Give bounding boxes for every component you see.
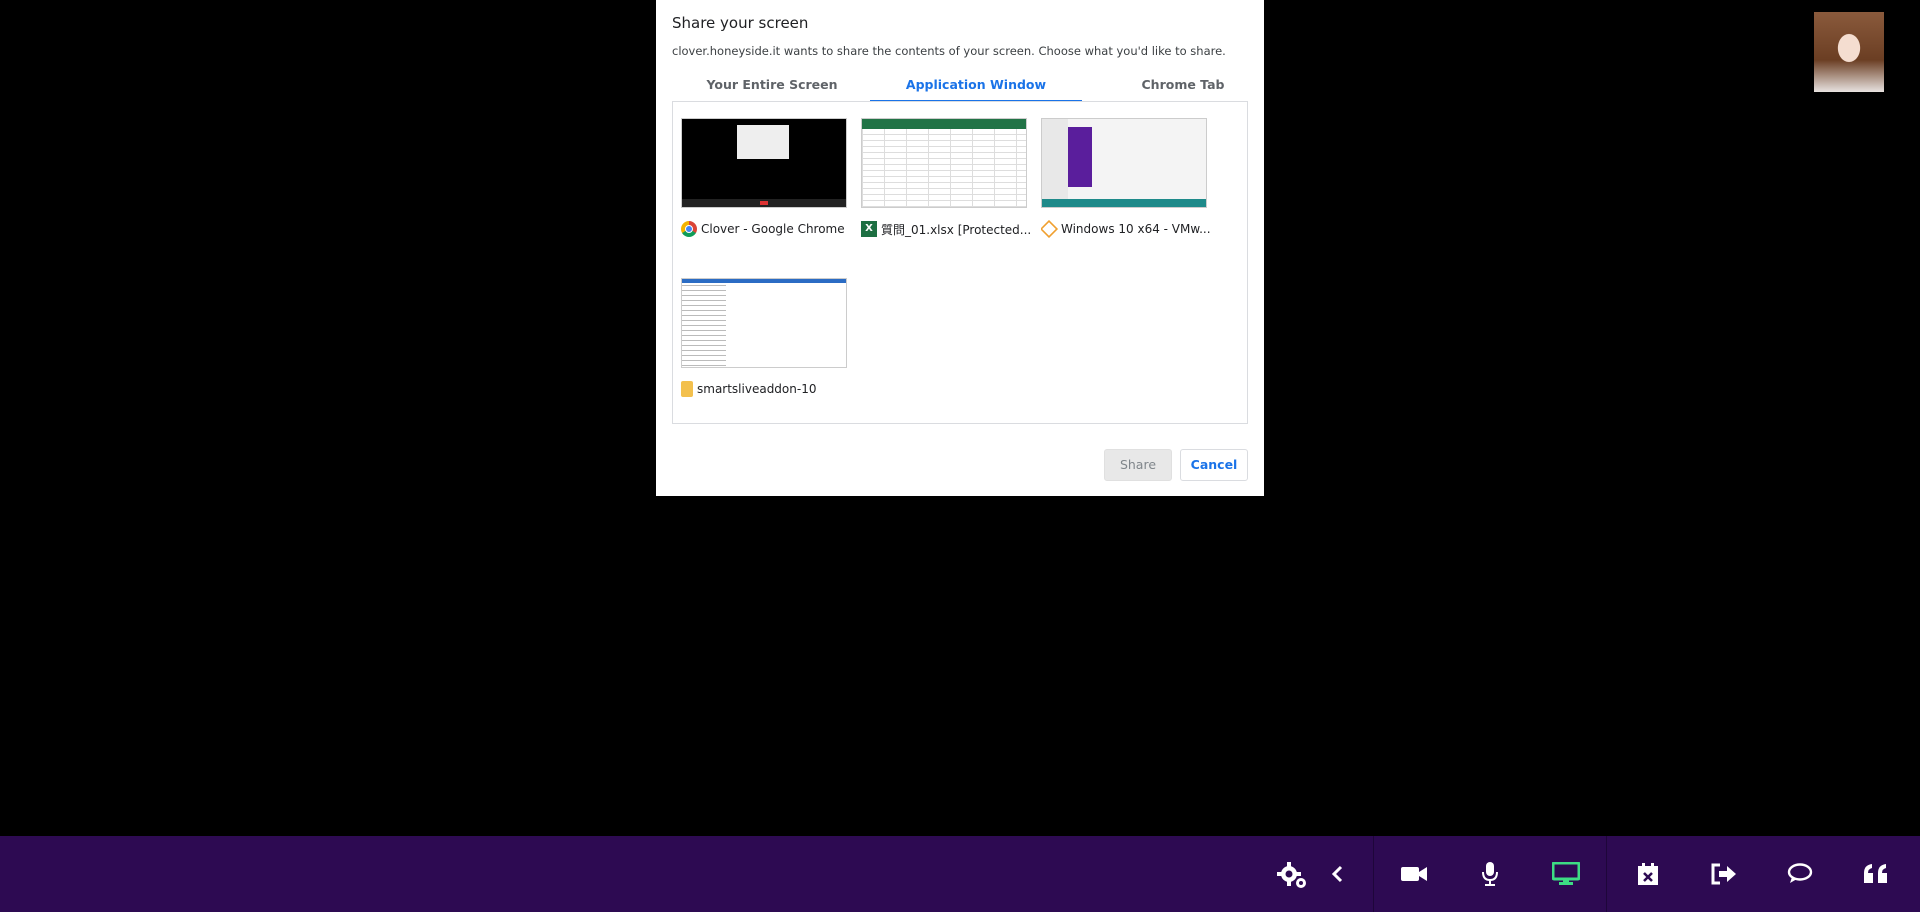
calendar-close-icon (1637, 862, 1659, 886)
folder-icon (681, 381, 693, 397)
window-thumbnail (861, 118, 1027, 208)
collapse-button[interactable] (1300, 836, 1376, 912)
screen-share-icon (1552, 862, 1580, 886)
chrome-icon (681, 221, 697, 237)
tab-chrome-tab[interactable]: Chrome Tab (1118, 72, 1248, 102)
quote-button[interactable] (1838, 836, 1914, 912)
window-thumbnail (681, 278, 847, 368)
video-camera-icon (1400, 864, 1428, 884)
tab-application-window[interactable]: Application Window (870, 72, 1082, 102)
window-list: Clover - Google Chrome X 質問_01.xlsx [Prot… (672, 102, 1248, 424)
chat-icon (1787, 863, 1813, 885)
share-button[interactable]: Share (1104, 449, 1172, 481)
chevron-left-icon (1328, 864, 1348, 884)
excel-icon: X (861, 221, 877, 237)
window-tile-vmware[interactable]: Windows 10 x64 - VMw... (1033, 102, 1211, 248)
share-screen-dialog: Share your screen clover.honeyside.it wa… (656, 0, 1264, 496)
vmware-icon (1041, 220, 1059, 238)
microphone-icon (1480, 861, 1500, 887)
end-meeting-button[interactable] (1610, 836, 1686, 912)
window-tile-excel[interactable]: X 質問_01.xlsx [Protected... (853, 102, 1031, 248)
camera-button[interactable] (1376, 836, 1452, 912)
tab-entire-screen[interactable]: Your Entire Screen (692, 72, 852, 102)
chat-button[interactable] (1762, 836, 1838, 912)
source-tabs: Your Entire Screen Application Window Ch… (672, 72, 1248, 102)
sign-out-icon (1711, 863, 1737, 885)
leave-button[interactable] (1686, 836, 1762, 912)
window-thumbnail (1041, 118, 1207, 208)
dialog-title: Share your screen (672, 14, 809, 32)
microphone-button[interactable] (1452, 836, 1528, 912)
window-label: Windows 10 x64 - VMw... (1061, 222, 1211, 236)
avatar (1814, 12, 1884, 92)
window-thumbnail (681, 118, 847, 208)
window-tile-chrome[interactable]: Clover - Google Chrome (673, 102, 847, 248)
quote-icon (1863, 863, 1889, 885)
bottom-toolbar (0, 836, 1920, 912)
screen-share-button[interactable] (1528, 836, 1604, 912)
window-label: Clover - Google Chrome (701, 222, 845, 236)
window-label: smartsliveaddon-10 (697, 382, 817, 396)
window-tile-folder[interactable]: smartsliveaddon-10 (673, 262, 847, 408)
dialog-subtitle: clover.honeyside.it wants to share the c… (672, 44, 1226, 58)
window-label: 質問_01.xlsx [Protected... (881, 222, 1031, 237)
cancel-button[interactable]: Cancel (1180, 449, 1248, 481)
